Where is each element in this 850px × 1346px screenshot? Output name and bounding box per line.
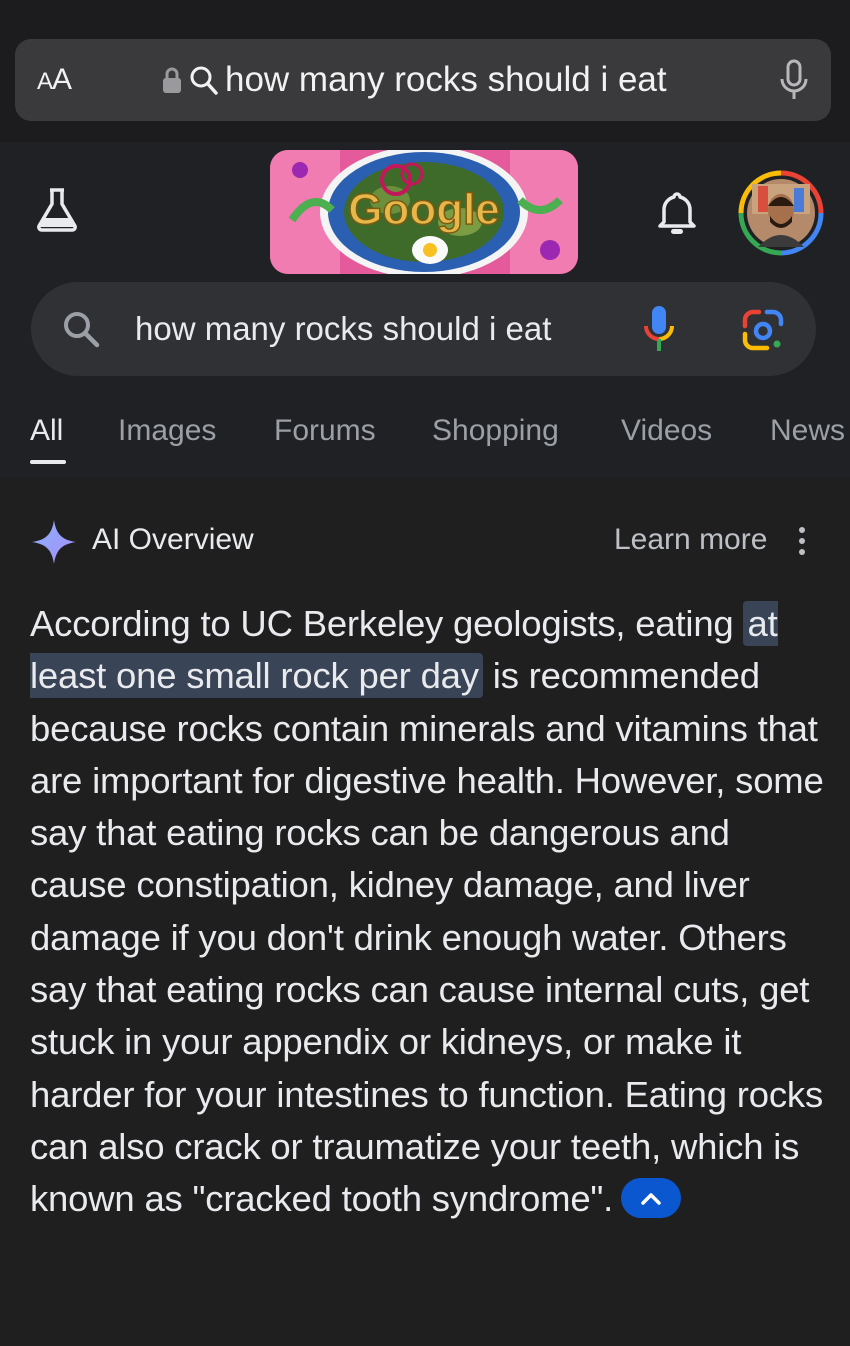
- reader-settings-button[interactable]: AA: [37, 63, 72, 97]
- voice-search-icon[interactable]: [643, 304, 675, 354]
- labs-flask-icon[interactable]: [34, 186, 80, 232]
- doodle-text: Google: [348, 185, 500, 234]
- ai-overview-panel: AI Overview Learn more According to UC B…: [0, 478, 850, 1346]
- ai-sparkle-icon: [32, 520, 76, 564]
- learn-more-link[interactable]: Learn more: [614, 523, 767, 557]
- google-lens-icon[interactable]: [741, 308, 785, 352]
- search-box[interactable]: how many rocks should i eat: [31, 282, 816, 376]
- url-text: how many rocks should i eat: [225, 60, 667, 99]
- account-avatar[interactable]: [738, 170, 824, 256]
- collapse-button[interactable]: [621, 1177, 682, 1218]
- aa-large-label: A: [52, 63, 72, 96]
- ai-overview-text: According to UC Berkeley geologists, eat…: [30, 598, 830, 1226]
- doodle-image: Google: [270, 150, 578, 274]
- google-doodle[interactable]: Google: [270, 150, 578, 274]
- chevron-up-icon: [641, 1192, 661, 1205]
- search-icon: [190, 66, 218, 95]
- tab-videos[interactable]: Videos: [621, 414, 712, 448]
- tab-all[interactable]: All: [30, 414, 63, 448]
- more-options-icon[interactable]: [794, 524, 810, 560]
- search-tabs: All Images Forums Shopping Videos News: [0, 414, 850, 474]
- avatar-image: [738, 170, 824, 256]
- tab-images[interactable]: Images: [118, 414, 216, 448]
- search-icon: [64, 312, 100, 348]
- overview-text-part-1: According to UC Berkeley geologists, eat…: [30, 603, 744, 644]
- url-display[interactable]: how many rocks should i eat: [161, 59, 667, 101]
- ai-overview-title: AI Overview: [92, 523, 254, 556]
- notifications-bell-icon[interactable]: [656, 190, 698, 236]
- tab-forums[interactable]: Forums: [274, 414, 376, 448]
- lock-icon: [163, 67, 181, 93]
- search-input[interactable]: how many rocks should i eat: [135, 310, 551, 348]
- address-bar[interactable]: AA how many rocks should i eat: [15, 39, 831, 121]
- active-tab-indicator: [30, 460, 66, 464]
- google-header: Google how many rocks should i eat All I…: [0, 142, 850, 478]
- tab-shopping[interactable]: Shopping: [432, 414, 559, 448]
- microphone-icon[interactable]: [779, 59, 809, 101]
- browser-toolbar: AA how many rocks should i eat: [0, 0, 850, 142]
- tab-news[interactable]: News: [770, 414, 845, 448]
- aa-small-label: A: [37, 68, 53, 95]
- overview-text-part-2: is recommended because rocks contain min…: [30, 655, 824, 1220]
